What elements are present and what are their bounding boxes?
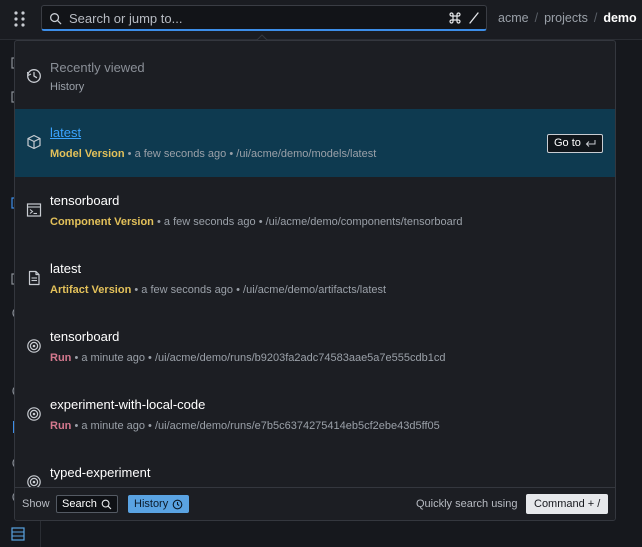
result-row[interactable]: tensorboard Component Version • a few se… xyxy=(15,177,615,245)
breadcrumb-projects[interactable]: projects xyxy=(544,11,588,25)
result-kind: Model Version xyxy=(50,148,125,160)
meta-separator: • xyxy=(148,420,152,432)
result-kind: Run xyxy=(50,352,72,364)
search-box[interactable] xyxy=(41,5,487,31)
result-kind: Component Version xyxy=(50,216,154,228)
meta-separator: • xyxy=(156,216,161,228)
result-title[interactable]: latest xyxy=(50,261,81,276)
show-label: Show xyxy=(22,498,50,510)
recently-viewed-header: Recently viewed History xyxy=(15,41,615,109)
quick-search-label: Quickly search using xyxy=(416,498,518,510)
meta-separator: • xyxy=(74,352,79,364)
result-meta: Run • a minute ago • /ui/acme/demo/runs/… xyxy=(50,420,440,432)
search-chip-label: Search xyxy=(62,498,97,510)
meta-separator: • xyxy=(127,148,132,160)
result-path: /ui/acme/demo/runs/b9203fa2adc74583aae5a… xyxy=(154,352,446,364)
search-input[interactable] xyxy=(69,9,439,27)
result-path: /ui/acme/demo/artifacts/latest xyxy=(243,284,387,296)
meta-separator: • xyxy=(74,420,79,432)
go-to-label: Go to xyxy=(554,137,581,149)
apps-grid-icon[interactable] xyxy=(10,9,30,29)
result-time: a few seconds ago xyxy=(141,284,234,296)
result-time: a few seconds ago xyxy=(163,216,256,228)
meta-separator: • xyxy=(134,284,139,296)
breadcrumb-org[interactable]: acme xyxy=(498,11,529,25)
search-dropdown: Recently viewed History latest Model Ver… xyxy=(14,40,616,521)
enter-key-icon xyxy=(585,140,596,147)
result-row[interactable]: tensorboard Run • a minute ago • /ui/acm… xyxy=(15,313,615,381)
command-key-icon xyxy=(449,12,461,24)
result-time: a minute ago xyxy=(81,420,145,432)
top-bar: acme / projects / demo xyxy=(0,0,642,40)
terminal-icon xyxy=(26,203,42,217)
meta-separator: • xyxy=(236,284,240,296)
meta-separator: • xyxy=(258,216,263,228)
breadcrumb-separator: / xyxy=(534,11,539,25)
result-title[interactable]: tensorboard xyxy=(50,193,119,208)
recently-viewed-title: Recently viewed xyxy=(50,60,145,75)
breadcrumb-separator: / xyxy=(593,11,598,25)
result-meta: Run • a minute ago • /ui/acme/demo/runs/… xyxy=(50,352,445,364)
cube-icon xyxy=(27,134,41,150)
result-title[interactable]: experiment-with-local-code xyxy=(50,397,205,412)
shortcut-badge: Command + / xyxy=(526,494,609,514)
search-filter-chip[interactable]: Search xyxy=(56,495,118,513)
result-path: /ui/acme/demo/components/tensorboard xyxy=(265,216,463,228)
history-filter-chip[interactable]: History xyxy=(128,495,190,513)
table-icon[interactable] xyxy=(11,527,25,541)
result-time: a few seconds ago xyxy=(134,148,227,160)
meta-separator: • xyxy=(148,352,152,364)
search-icon xyxy=(101,499,112,509)
search-icon xyxy=(50,13,62,25)
breadcrumb: acme / projects / demo xyxy=(498,11,637,25)
breadcrumb-current[interactable]: demo xyxy=(603,11,636,25)
result-meta: Artifact Version • a few seconds ago • /… xyxy=(50,284,386,296)
history-chip-label: History xyxy=(134,498,169,510)
history-icon xyxy=(26,69,41,83)
result-time: a minute ago xyxy=(81,352,145,364)
go-to-button[interactable]: Go to xyxy=(547,134,603,153)
result-meta: Model Version • a few seconds ago • /ui/… xyxy=(50,148,376,160)
result-title[interactable]: tensorboard xyxy=(50,329,119,344)
result-row[interactable]: experiment-with-local-code Run • a minut… xyxy=(15,381,615,449)
document-icon xyxy=(28,270,40,286)
result-path: /ui/acme/demo/models/latest xyxy=(236,148,377,160)
result-meta: Component Version • a few seconds ago • … xyxy=(50,216,463,228)
result-kind: Run xyxy=(50,420,72,432)
meta-separator: • xyxy=(229,148,234,160)
slash-key-icon xyxy=(469,12,479,24)
result-title[interactable]: typed-experiment xyxy=(50,465,150,480)
result-row[interactable]: latest Model Version • a few seconds ago… xyxy=(15,109,615,177)
recently-viewed-subtitle: History xyxy=(50,81,85,93)
history-icon xyxy=(172,499,183,509)
result-row[interactable]: latest Artifact Version • a few seconds … xyxy=(15,245,615,313)
result-kind: Artifact Version xyxy=(50,284,132,296)
run-target-icon xyxy=(27,339,41,353)
result-path: /ui/acme/demo/runs/e7b5c6374275414eb5cf2… xyxy=(154,420,440,432)
result-title[interactable]: latest xyxy=(50,125,81,140)
run-target-icon xyxy=(27,407,41,421)
dropdown-footer: Show Search History Quickly search using… xyxy=(15,487,615,520)
